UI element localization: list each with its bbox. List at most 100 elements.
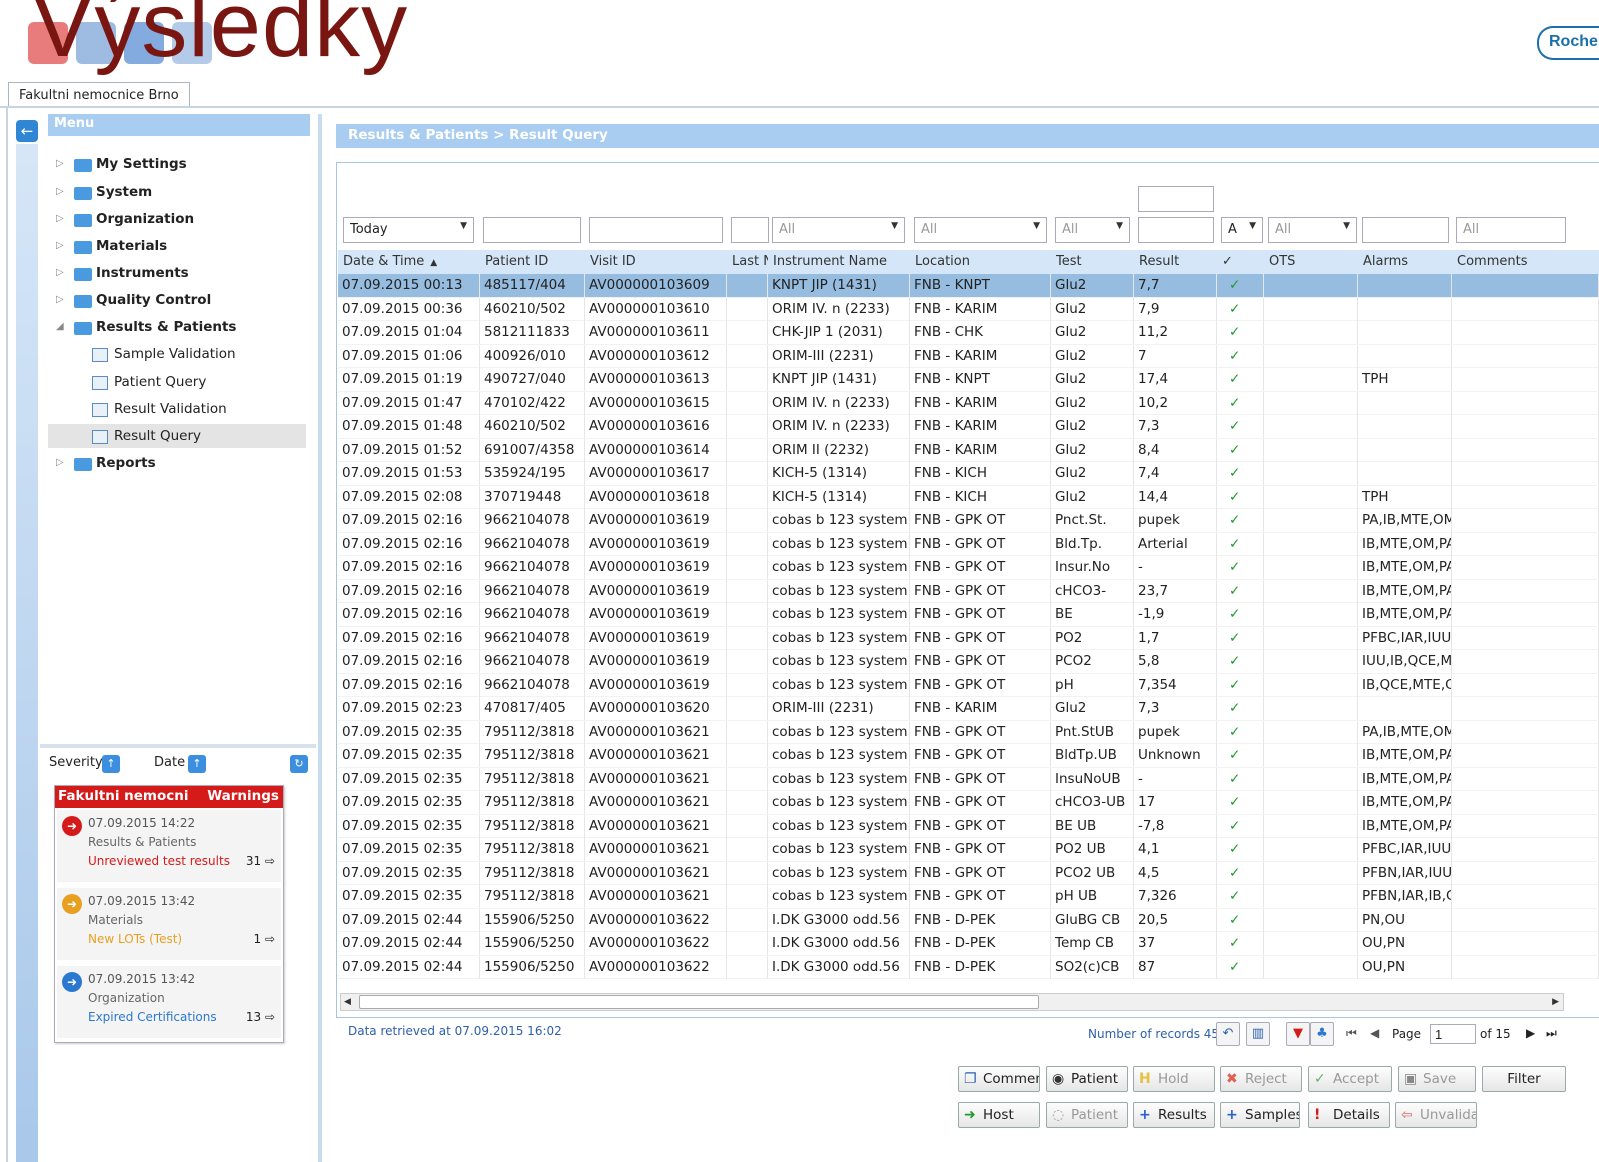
alert-message[interactable]: New LOTs (Test)	[88, 932, 182, 946]
table-row[interactable]: 07.09.2015 02:35 795112/3818 AV00000010362…	[338, 791, 1599, 815]
column-header[interactable]: Result	[1134, 250, 1217, 274]
table-row[interactable]: 07.09.2015 02:16 9662104078 AV000000103619…	[338, 673, 1599, 697]
prev-page-icon[interactable]: ◀	[1370, 1026, 1379, 1040]
result-filter[interactable]	[1138, 217, 1214, 243]
clear-filter-icon[interactable]: ▼	[1286, 1022, 1310, 1046]
samples-button[interactable]: + Samples	[1220, 1102, 1300, 1128]
table-row[interactable]: 07.09.2015 02:35 795112/3818 AV00000010362…	[338, 814, 1599, 838]
table-row[interactable]: 07.09.2015 02:35 795112/3818 AV00000010362…	[338, 767, 1599, 791]
table-row[interactable]: 07.09.2015 02:44 155906/5250 AV00000010362…	[338, 955, 1599, 979]
alert-item[interactable]: ➜ 07.09.2015 13:42 Organization Expired Cer…	[57, 966, 281, 1038]
patient-id-filter[interactable]	[483, 217, 581, 243]
alarms-filter[interactable]	[1362, 217, 1449, 243]
date-filter[interactable]: Today ▼	[343, 217, 474, 243]
last-name-filter[interactable]	[731, 217, 769, 243]
sort-date-icon[interactable]: ↑	[188, 755, 206, 773]
results-button[interactable]: + Results	[1133, 1102, 1215, 1128]
undo-icon[interactable]: ↶	[1216, 1022, 1240, 1046]
alert-item[interactable]: ➜ 07.09.2015 13:42 Materials New LOTs (Test…	[57, 888, 281, 960]
filter-button[interactable]: Filter	[1482, 1066, 1566, 1092]
table-row[interactable]: 07.09.2015 01:53 535924/195 AV000000103617…	[338, 462, 1599, 486]
collapsed-arrow-icon[interactable]: ▷	[56, 234, 64, 258]
collapsed-arrow-icon[interactable]: ▷	[56, 261, 64, 285]
table-row[interactable]: 07.09.2015 02:23 470817/405 AV000000103620…	[338, 697, 1599, 721]
table-row[interactable]: 07.09.2015 01:06 400926/010 AV000000103612…	[338, 344, 1599, 368]
table-row[interactable]: 07.09.2015 02:44 155906/5250 AV00000010362…	[338, 932, 1599, 956]
table-row[interactable]: 07.09.2015 02:35 795112/3818 AV00000010362…	[338, 720, 1599, 744]
alert-message[interactable]: Unreviewed test results	[88, 854, 230, 868]
collapsed-arrow-icon[interactable]: ▷	[56, 152, 64, 176]
scroll-thumb[interactable]	[359, 995, 1039, 1009]
alert-count[interactable]: 1 ⇨	[253, 932, 275, 946]
table-row[interactable]: 07.09.2015 01:48 460210/502 AV000000103616…	[338, 415, 1599, 439]
column-header[interactable]: Test	[1051, 250, 1134, 274]
visit-id-filter[interactable]	[589, 217, 723, 243]
hierarchy-icon[interactable]: ♣	[1310, 1022, 1334, 1046]
expanded-arrow-icon[interactable]: ◢	[56, 315, 64, 339]
collapsed-arrow-icon[interactable]: ▷	[56, 451, 64, 475]
table-row[interactable]: 07.09.2015 02:16 9662104078 AV000000103619…	[338, 650, 1599, 674]
column-header[interactable]: Comments	[1452, 250, 1599, 274]
table-row[interactable]: 07.09.2015 02:44 155906/5250 AV00000010362…	[338, 908, 1599, 932]
table-row[interactable]: 07.09.2015 02:08 370719448 AV000000103618 K…	[338, 485, 1599, 509]
table-row[interactable]: 07.09.2015 02:35 795112/3818 AV00000010362…	[338, 861, 1599, 885]
test-filter[interactable]: All ▼	[1055, 217, 1130, 243]
table-row[interactable]: 07.09.2015 02:16 9662104078 AV000000103619…	[338, 556, 1599, 580]
table-row[interactable]: 07.09.2015 02:16 9662104078 AV000000103619…	[338, 579, 1599, 603]
table-row[interactable]: 07.09.2015 01:52 691007/4358 AV00000010361…	[338, 438, 1599, 462]
scroll-right-icon[interactable]: ▶	[1552, 994, 1559, 1010]
collapsed-arrow-icon[interactable]: ▷	[56, 207, 64, 231]
collapsed-arrow-icon[interactable]: ▷	[56, 288, 64, 312]
column-header[interactable]: ✓	[1217, 250, 1264, 274]
column-header[interactable]: Visit ID	[585, 250, 727, 274]
scroll-left-icon[interactable]: ◀	[344, 994, 351, 1010]
details-button[interactable]: ! Details	[1308, 1102, 1390, 1128]
column-header[interactable]: Patient ID	[480, 250, 585, 274]
alert-count[interactable]: 13 ⇨	[246, 1010, 275, 1024]
alert-message[interactable]: Expired Certifications	[88, 1010, 217, 1024]
reject-button[interactable]: ✖ Reject	[1220, 1066, 1302, 1092]
accept-button[interactable]: ✓ Accept	[1308, 1066, 1392, 1092]
page-input[interactable]	[1430, 1024, 1476, 1044]
save-button[interactable]: ▣ Save	[1398, 1066, 1476, 1092]
table-row[interactable]: 07.09.2015 01:47 470102/422 AV000000103615…	[338, 391, 1599, 415]
table-row[interactable]: 07.09.2015 01:04 5812111833 AV000000103611…	[338, 321, 1599, 345]
horizontal-scrollbar[interactable]: ◀ ▶	[340, 993, 1564, 1011]
column-header[interactable]: Alarms	[1358, 250, 1452, 274]
table-row[interactable]: 07.09.2015 00:36 460210/502 AV000000103610…	[338, 297, 1599, 321]
refresh-alerts-icon[interactable]: ↻	[290, 755, 308, 773]
sort-severity-icon[interactable]: ↑	[102, 755, 120, 773]
table-row[interactable]: 07.09.2015 01:19 490727/040 AV000000103613…	[338, 368, 1599, 392]
last-page-icon[interactable]: ⏭	[1546, 1026, 1557, 1041]
first-page-icon[interactable]: ⏮	[1346, 1026, 1357, 1041]
table-row[interactable]: 07.09.2015 02:35 795112/3818 AV00000010362…	[338, 744, 1599, 768]
collapse-menu-icon[interactable]: ←	[16, 120, 38, 142]
sidebar-item[interactable]: Result Query	[48, 424, 306, 448]
patient-nav-button[interactable]: ◌ Patient	[1046, 1102, 1128, 1128]
alert-count[interactable]: 31 ⇨	[246, 854, 275, 868]
column-header[interactable]: Date & Time ▲	[338, 250, 480, 274]
ots-filter[interactable]: All ▼	[1268, 217, 1357, 243]
comment-button[interactable]: ❐ Commen	[958, 1066, 1040, 1092]
column-header[interactable]: Location	[910, 250, 1051, 274]
column-header[interactable]: Instrument Name	[768, 250, 910, 274]
columns-icon[interactable]: ▥	[1246, 1022, 1270, 1046]
result-range-filter[interactable]	[1138, 186, 1214, 212]
flag-filter[interactable]: A ▼	[1221, 217, 1263, 243]
table-row[interactable]: 07.09.2015 02:35 795112/3818 AV00000010362…	[338, 885, 1599, 909]
instrument-filter[interactable]: All ▼	[772, 217, 905, 243]
unvalidate-button[interactable]: ⇦ Unvalida	[1395, 1102, 1477, 1128]
table-row[interactable]: 07.09.2015 02:35 795112/3818 AV00000010362…	[338, 838, 1599, 862]
table-row[interactable]: 07.09.2015 02:16 9662104078 AV000000103619…	[338, 603, 1599, 627]
table-row[interactable]: 07.09.2015 02:16 9662104078 AV000000103619…	[338, 532, 1599, 556]
table-row[interactable]: 07.09.2015 02:16 9662104078 AV000000103619…	[338, 509, 1599, 533]
collapsed-arrow-icon[interactable]: ▷	[56, 180, 64, 204]
org-tab[interactable]: Fakultni nemocnice Brno	[8, 82, 190, 107]
next-page-icon[interactable]: ▶	[1526, 1026, 1535, 1040]
alert-item[interactable]: ➜ 07.09.2015 14:22 Results & Patients Unrev…	[57, 810, 281, 882]
splitter[interactable]	[40, 744, 316, 748]
table-row[interactable]: 07.09.2015 02:16 9662104078 AV000000103619…	[338, 626, 1599, 650]
table-row[interactable]: 07.09.2015 00:13 485117/404 AV000000103609…	[338, 274, 1599, 298]
column-header[interactable]: OTS	[1264, 250, 1358, 274]
column-header[interactable]: Last N	[727, 250, 768, 274]
